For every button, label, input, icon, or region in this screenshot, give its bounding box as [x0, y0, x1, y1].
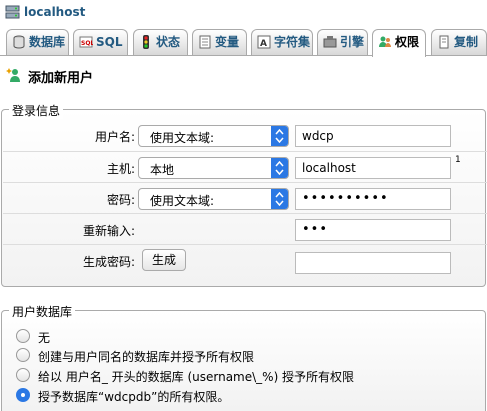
username-input[interactable]: wdcp — [295, 125, 451, 147]
status-traffic-light-icon — [143, 35, 149, 49]
svg-text:SQL: SQL — [81, 40, 93, 47]
login-info-fieldset: 登录信息 用户名: 使用文本域: wdcp 主机: 本地 localhost 1… — [1, 102, 487, 287]
svg-text:A: A — [260, 39, 267, 49]
host-input[interactable]: localhost — [295, 157, 451, 179]
host-footnote: 1 — [455, 155, 461, 165]
radio-none[interactable] — [16, 329, 30, 343]
password-type-select[interactable]: 使用文本域: — [138, 188, 289, 210]
tab-databases[interactable]: 数据库 — [6, 29, 69, 55]
username-row: 用户名: 使用文本域: wdcp — [3, 120, 487, 151]
radio-wildcard-prefix[interactable] — [16, 368, 30, 382]
user-database-legend: 用户数据库 — [9, 303, 76, 320]
radio-grant-wdcpdb[interactable] — [16, 388, 30, 402]
engine-icon — [323, 36, 337, 48]
generate-password-button[interactable]: 生成 — [142, 249, 186, 271]
select-arrows-icon — [271, 189, 288, 209]
tab-sql[interactable]: SQL SQL — [73, 29, 128, 55]
privileges-users-icon — [379, 36, 391, 47]
password-input[interactable]: •••••••••• — [295, 188, 451, 210]
database-icon — [13, 35, 25, 49]
tab-replication[interactable]: 复制 — [431, 29, 487, 55]
server-icon — [5, 5, 20, 19]
generate-row: 生成密码: 生成 — [3, 244, 487, 275]
main-tabs: 数据库 SQL SQL 状态 变量 A 字符集 引擎 权限 复制 — [0, 26, 487, 57]
sql-icon: SQL — [79, 36, 93, 48]
host-type-select[interactable]: 本地 — [138, 157, 289, 179]
retype-password-input[interactable]: ••• — [295, 219, 451, 241]
host-label: 主机: — [106, 162, 135, 176]
login-info-legend: 登录信息 — [9, 102, 64, 119]
retype-row: 重新输入: ••• — [3, 213, 487, 244]
tab-variables[interactable]: 变量 — [192, 29, 247, 55]
select-arrows-icon — [271, 158, 288, 178]
server-breadcrumb: localhost — [0, 0, 487, 26]
username-type-select[interactable]: 使用文本域: — [138, 125, 289, 147]
generate-label: 生成密码: — [82, 255, 135, 269]
user-database-fieldset: 用户数据库 无 创建与用户同名的数据库并授予所有权限 给以 用户名_ 开头的数据… — [1, 303, 486, 411]
tab-status[interactable]: 状态 — [133, 29, 188, 55]
tab-charsets[interactable]: A 字符集 — [251, 29, 313, 55]
replication-icon — [439, 35, 449, 49]
tab-privileges[interactable]: 权限 — [372, 29, 426, 57]
password-label: 密码: — [106, 193, 135, 207]
server-name-link[interactable]: localhost — [24, 5, 85, 19]
page-title: 添加新用户 — [28, 71, 94, 86]
radio-create-same-name[interactable] — [16, 348, 30, 362]
tab-engines[interactable]: 引擎 — [317, 29, 368, 55]
add-user-icon — [6, 68, 20, 82]
variables-icon — [199, 35, 211, 49]
generated-password-input[interactable] — [295, 252, 451, 274]
username-label: 用户名: — [94, 130, 135, 144]
password-row: 密码: 使用文本域: •••••••••• — [3, 182, 487, 213]
retype-label: 重新输入: — [82, 224, 135, 238]
charset-icon: A — [257, 35, 271, 49]
select-arrows-icon — [271, 126, 288, 146]
host-row: 主机: 本地 localhost 1 — [3, 151, 487, 182]
